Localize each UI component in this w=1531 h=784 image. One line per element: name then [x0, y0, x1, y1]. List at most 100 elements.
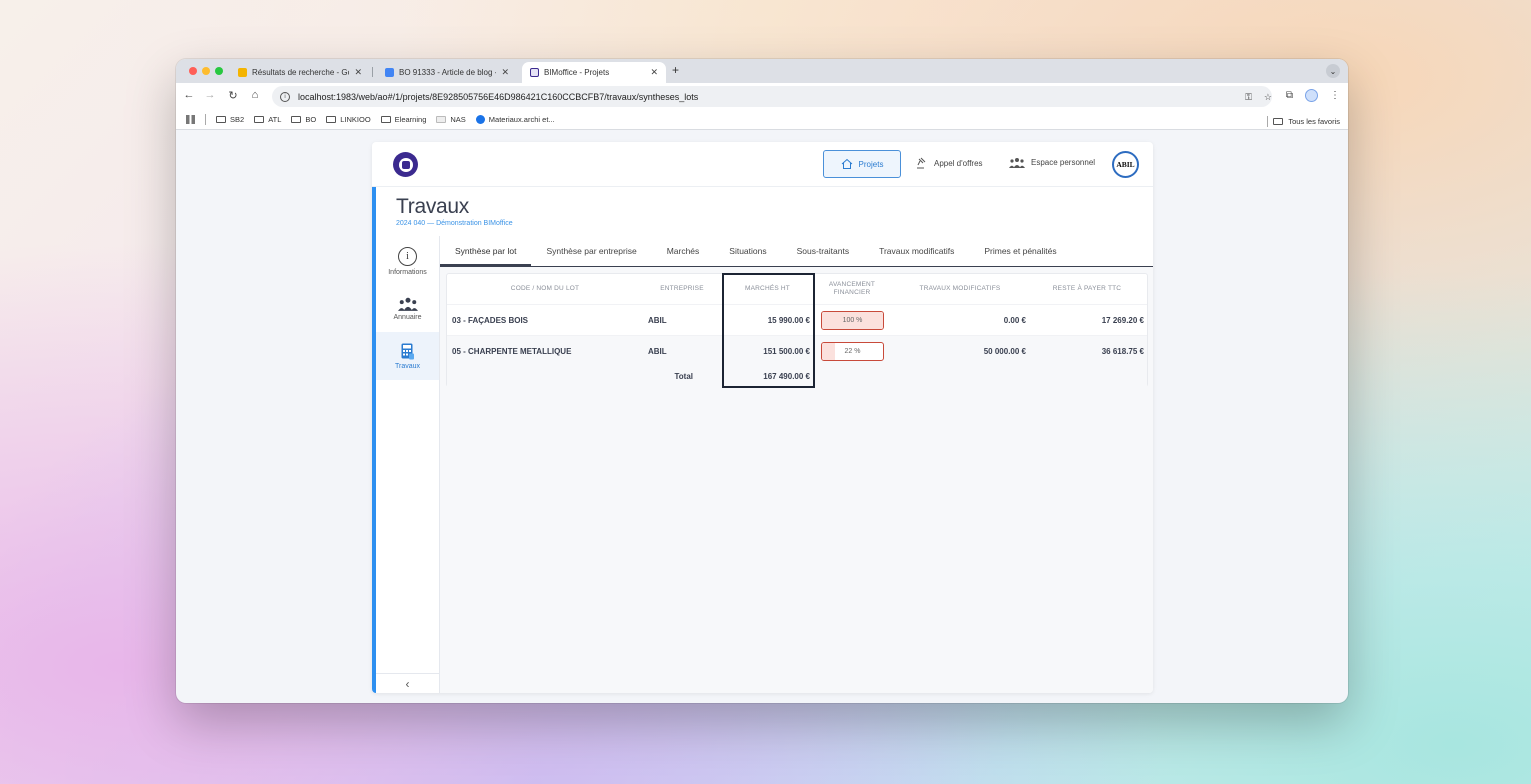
close-tab-icon[interactable]: ✕	[501, 67, 509, 78]
chevron-left-icon: ‹	[405, 676, 410, 691]
bookmarks-bar: SB2 ATL BO LINKIOO Elearning NAS Materia…	[176, 110, 1348, 130]
bimoffice-favicon-icon	[530, 68, 539, 77]
column-header-lot[interactable]: CODE / NOM DU LOT	[447, 274, 643, 304]
cell-entreprise: ABIL	[648, 346, 667, 356]
browser-tab-bimoffice[interactable]: BIMoffice - Projets ✕	[522, 62, 666, 83]
browser-tab-blog[interactable]: BO 91333 - Article de blog - ✕	[377, 62, 517, 83]
collapse-sidebar-button[interactable]: ‹	[376, 673, 439, 693]
new-tab-button[interactable]: +	[672, 63, 679, 77]
close-tab-icon[interactable]: ✕	[650, 67, 658, 78]
sidebar-item-informations[interactable]: i Informations	[376, 238, 439, 284]
page-title: Travaux	[396, 195, 469, 218]
tab-title: BO 91333 - Article de blog -	[399, 68, 497, 77]
bookmark-folder[interactable]: BO	[291, 115, 316, 124]
tab-sous-traitants[interactable]: Sous-traitants	[782, 236, 864, 266]
nav-espace-personnel[interactable]: Espace personnel	[1009, 157, 1095, 168]
menu-icon[interactable]: ⋮	[1330, 90, 1340, 101]
address-bar[interactable]: i localhost:1983/web/ao#/1/projets/8E928…	[272, 86, 1272, 107]
url-text: localhost:1983/web/ao#/1/projets/8E92850…	[298, 91, 699, 102]
synthese-table: CODE / NOM DU LOT ENTREPRISE MARCHÉS HT …	[446, 273, 1149, 388]
cell-reste: 36 618.75 €	[1101, 346, 1144, 356]
browser-tab-search[interactable]: Résultats de recherche - Goo ✕	[230, 62, 370, 83]
page-subtitle[interactable]: 2024 040 — Démonstration BIMoffice	[396, 220, 513, 227]
forward-icon[interactable]: →	[203, 89, 217, 101]
cell-marches: 151 500.00 €	[763, 346, 810, 356]
site-icon	[475, 115, 485, 124]
info-icon: i	[398, 246, 417, 266]
tab-strip: Résultats de recherche - Goo ✕ BO 91333 …	[176, 59, 1348, 83]
extensions-icon[interactable]: ⧉	[1286, 90, 1293, 101]
column-header-entreprise[interactable]: ENTREPRISE	[643, 274, 721, 304]
folder-icon	[216, 116, 226, 123]
profile-avatar-icon[interactable]	[1305, 89, 1318, 102]
column-header-avancement[interactable]: AVANCEMENT FINANCIER	[814, 274, 890, 304]
tab-synthese-entreprise[interactable]: Synthèse par entreprise	[531, 236, 651, 266]
home-icon[interactable]: ⌂	[248, 89, 262, 101]
table-row[interactable]: 03 - FAÇADES BOIS ABIL 15 990.00 € 100 %…	[447, 304, 1147, 335]
cell-lot: 05 - CHARPENTE METALLIQUE	[452, 346, 572, 356]
tab-situations[interactable]: Situations	[714, 236, 781, 266]
folder-icon	[1273, 118, 1284, 125]
progress-label: 22 %	[844, 348, 861, 355]
progress-fill	[822, 343, 836, 360]
total-row: Total 167 490.00 €	[447, 366, 1147, 387]
tab-travaux-modificatifs[interactable]: Travaux modificatifs	[864, 236, 969, 266]
cell-travaux: 0.00 €	[1003, 315, 1026, 325]
folder-icon	[380, 116, 391, 123]
close-tab-icon[interactable]: ✕	[354, 67, 362, 78]
tab-title: Résultats de recherche - Goo	[252, 68, 350, 77]
close-window-button[interactable]	[189, 67, 197, 75]
people-icon	[1009, 158, 1025, 168]
progress-label: 100 %	[842, 317, 863, 324]
app-container: Projets Appel d'offres Espace personnel …	[372, 142, 1153, 693]
calculator-icon	[401, 343, 414, 359]
bookmark-folder[interactable]: Elearning	[380, 115, 426, 124]
nav-projets-button[interactable]: Projets	[823, 150, 901, 178]
sidebar-item-label: Travaux	[394, 362, 421, 370]
cell-lot: 03 - FAÇADES BOIS	[452, 315, 529, 325]
sidebar-item-travaux[interactable]: Travaux	[376, 332, 439, 380]
bookmark-folder[interactable]: ATL	[254, 115, 281, 124]
minimize-window-button[interactable]	[202, 67, 210, 75]
sidebar: i Informations Annuaire Travaux ‹	[376, 236, 440, 693]
folder-icon	[254, 116, 265, 123]
reload-icon[interactable]: ↻	[226, 89, 240, 102]
column-header-marches[interactable]: MARCHÉS HT	[723, 274, 812, 304]
all-bookmarks-button[interactable]: Tous les favoris	[1267, 116, 1340, 127]
maximize-window-button[interactable]	[215, 67, 223, 75]
site-info-icon[interactable]: i	[280, 91, 290, 102]
bookmark-link[interactable]: NAS	[436, 115, 466, 124]
tab-marches[interactable]: Marchés	[652, 236, 715, 266]
apps-grid-icon[interactable]	[186, 115, 195, 124]
column-header-reste[interactable]: RESTE À PAYER TTC	[1025, 274, 1149, 304]
user-avatar[interactable]: ABIL	[1112, 151, 1139, 178]
tab-search-icon[interactable]: ⌄	[1326, 64, 1340, 78]
back-icon[interactable]: ←	[182, 89, 196, 101]
progress-avancement: 22 %	[821, 342, 884, 361]
key-icon[interactable]: ⚿	[1245, 92, 1252, 103]
nav-appel-offres[interactable]: Appel d'offres	[916, 157, 983, 169]
gavel-icon	[917, 157, 926, 169]
bookmark-folder[interactable]: LINKIOO	[326, 115, 371, 124]
bimoffice-logo[interactable]	[393, 152, 418, 177]
table-row[interactable]: 05 - CHARPENTE METALLIQUE ABIL 151 500.0…	[447, 335, 1147, 366]
total-marches: 167 490.00 €	[763, 372, 810, 381]
browser-toolbar: ← → ↻ ⌂ i localhost:1983/web/ao#/1/proje…	[176, 83, 1348, 110]
folder-icon	[291, 116, 302, 123]
progress-avancement: 100 %	[821, 311, 884, 330]
main-content: Synthèse par lot Synthèse par entreprise…	[440, 236, 1153, 693]
cell-entreprise: ABIL	[648, 315, 667, 325]
column-header-travaux[interactable]: TRAVAUX MODIFICATIFS	[895, 274, 1025, 304]
bookmark-link[interactable]: Materiaux.archi et...	[475, 115, 555, 124]
tab-primes-penalites[interactable]: Primes et pénalités	[969, 236, 1071, 266]
tab-synthese-lot[interactable]: Synthèse par lot	[440, 236, 532, 267]
tab-title: BIMoffice - Projets	[544, 68, 610, 77]
bookmark-folder[interactable]: SB2	[216, 115, 244, 124]
cell-marches: 15 990.00 €	[767, 315, 810, 325]
cell-reste: 17 269.20 €	[1101, 315, 1144, 325]
sidebar-item-annuaire[interactable]: Annuaire	[376, 286, 439, 332]
docs-icon	[385, 68, 394, 77]
star-icon[interactable]: ☆	[1264, 92, 1272, 103]
sidebar-item-label: Annuaire	[393, 314, 422, 321]
browser-window: Résultats de recherche - Goo ✕ BO 91333 …	[176, 59, 1348, 703]
